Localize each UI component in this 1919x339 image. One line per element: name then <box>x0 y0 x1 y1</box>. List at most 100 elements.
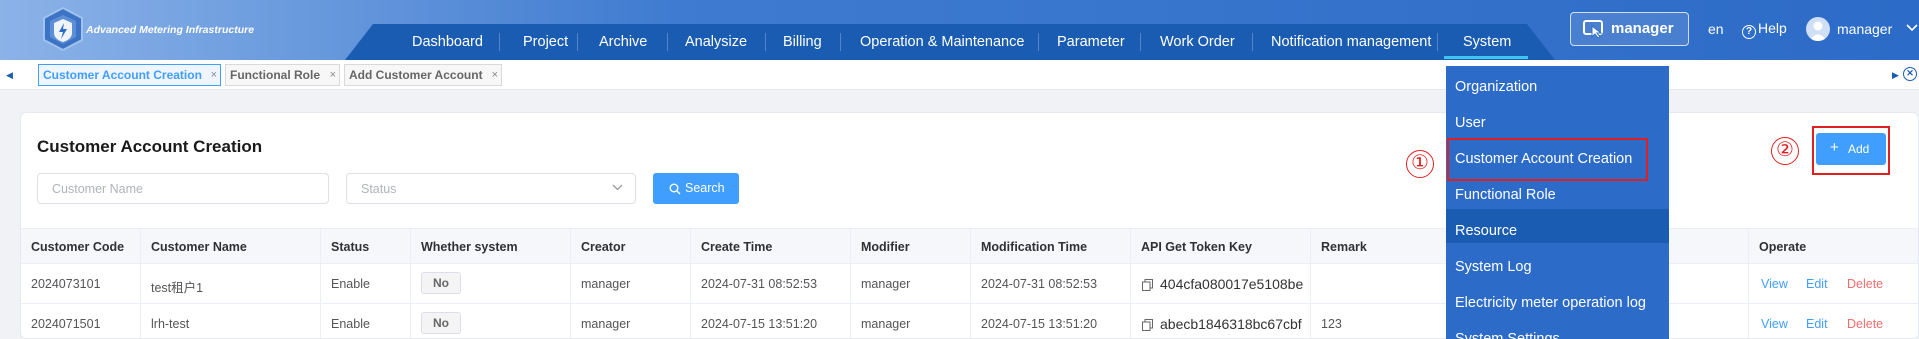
menu-item-system-log[interactable]: System Log <box>1455 259 1532 275</box>
nav-parameter[interactable]: Parameter <box>1057 24 1125 60</box>
customer-name-input[interactable]: Customer Name <box>37 173 329 204</box>
nav-dashboard[interactable]: Dashboard <box>412 24 483 60</box>
cell-remark: 123 <box>1321 317 1342 331</box>
language-switch[interactable]: en <box>1708 21 1724 37</box>
delete-link[interactable]: Delete <box>1847 277 1883 291</box>
edit-link[interactable]: Edit <box>1806 277 1828 291</box>
user-icon <box>1809 21 1827 41</box>
nav-separator <box>577 33 578 51</box>
nav-separator <box>840 33 841 51</box>
role-switch-button[interactable]: manager <box>1570 12 1689 46</box>
page-title: Customer Account Creation <box>37 137 263 156</box>
nav-separator <box>1437 33 1438 51</box>
col-divider <box>1310 228 1311 339</box>
nav-operation-maintenance[interactable]: Operation & Maintenance <box>860 24 1024 60</box>
nav-analysize[interactable]: Analysize <box>685 24 747 60</box>
nav-separator <box>1140 33 1141 51</box>
close-icon[interactable]: × <box>492 65 498 85</box>
view-link[interactable]: View <box>1761 277 1788 291</box>
cell-api-token-key: abecb1846318bc67cbf <box>1160 316 1302 332</box>
col-divider <box>1748 228 1749 339</box>
col-status: Status <box>331 240 370 254</box>
nav-work-order[interactable]: Work Order <box>1160 24 1235 60</box>
cell-modifier: manager <box>861 277 911 291</box>
close-all-tabs-icon[interactable]: ✕ <box>1903 67 1917 81</box>
col-divider <box>690 228 691 339</box>
nav-separator <box>499 33 500 51</box>
cell-customer-name: lrh-test <box>151 317 190 331</box>
cell-create-time: 2024-07-15 13:51:20 <box>701 317 818 331</box>
search-icon <box>669 183 681 195</box>
close-icon[interactable]: × <box>330 65 336 85</box>
cell-creator: manager <box>581 277 631 291</box>
tab-add-customer-account[interactable]: Add Customer Account × <box>344 64 502 86</box>
menu-item-meter-operation-log[interactable]: Electricity meter operation log <box>1455 295 1646 311</box>
menu-item-resource[interactable]: Resource <box>1455 223 1517 239</box>
help-link[interactable]: ? Help <box>1742 20 1787 39</box>
cursor-window-icon <box>1583 20 1603 38</box>
menu-item-system-settings[interactable]: System Settings <box>1455 331 1560 339</box>
cell-status: Enable <box>331 317 370 331</box>
col-operate: Operate <box>1759 240 1807 254</box>
col-divider <box>570 228 571 339</box>
search-button[interactable]: Search <box>653 173 739 204</box>
col-customer-code: Customer Code <box>31 240 125 254</box>
col-divider <box>140 228 141 339</box>
delete-link[interactable]: Delete <box>1847 317 1883 331</box>
cell-modifier: manager <box>861 317 911 331</box>
col-modifier: Modifier <box>861 240 910 254</box>
role-label: manager <box>1611 20 1674 37</box>
cell-customer-code: 2024073101 <box>31 277 101 291</box>
nav-separator <box>1252 33 1253 51</box>
col-divider <box>1130 228 1131 339</box>
avatar[interactable] <box>1806 17 1830 41</box>
cell-modification-time: 2024-07-15 13:51:20 <box>981 317 1098 331</box>
tab-functional-role[interactable]: Functional Role × <box>225 64 340 86</box>
close-icon[interactable]: × <box>211 65 217 85</box>
col-divider <box>850 228 851 339</box>
tab-scroll-left-icon[interactable]: ◀ <box>6 70 13 81</box>
search-label: Search <box>685 181 725 195</box>
nav-system[interactable]: System <box>1463 24 1511 60</box>
nav-notification-management[interactable]: Notification management <box>1271 24 1431 60</box>
col-api-token-key: API Get Token Key <box>1141 240 1252 254</box>
view-link[interactable]: View <box>1761 317 1788 331</box>
col-divider <box>320 228 321 339</box>
nav-project[interactable]: Project <box>523 24 568 60</box>
col-create-time: Create Time <box>701 240 773 254</box>
copy-icon[interactable] <box>1142 319 1153 331</box>
col-modification-time: Modification Time <box>981 240 1088 254</box>
nav-separator <box>1038 33 1039 51</box>
help-label: Help <box>1758 20 1787 36</box>
nav-active-indicator <box>1444 56 1528 59</box>
user-name[interactable]: manager <box>1837 21 1892 37</box>
nav-separator <box>765 33 766 51</box>
edit-link[interactable]: Edit <box>1806 317 1828 331</box>
nav-separator <box>667 33 668 51</box>
question-circle-icon: ? <box>1742 25 1756 39</box>
nav-archive[interactable]: Archive <box>599 24 647 60</box>
col-divider <box>970 228 971 339</box>
step-marker-1: ① <box>1406 150 1434 178</box>
chevron-down-icon[interactable] <box>1906 24 1918 32</box>
status-select[interactable]: Status <box>346 173 636 204</box>
col-divider <box>410 228 411 339</box>
chevron-down-icon <box>612 184 623 191</box>
cell-customer-name: test租户1 <box>151 281 204 295</box>
menu-item-organization[interactable]: Organization <box>1455 79 1537 95</box>
tab-customer-account-creation[interactable]: Customer Account Creation × <box>38 64 221 86</box>
menu-item-functional-role[interactable]: Functional Role <box>1455 187 1556 203</box>
cell-api-token-key: 404cfa080017e5108be <box>1160 276 1304 292</box>
cell-customer-code: 2024071501 <box>31 317 101 331</box>
nav-billing[interactable]: Billing <box>783 24 822 60</box>
copy-icon[interactable] <box>1142 279 1153 291</box>
cell-create-time: 2024-07-31 08:52:53 <box>701 277 818 291</box>
shield-logo-icon[interactable] <box>40 6 86 52</box>
menu-item-user[interactable]: User <box>1455 115 1486 131</box>
highlight-box-menu <box>1447 138 1648 181</box>
tab-scroll-right-icon[interactable]: ▶ <box>1892 70 1899 81</box>
cell-creator: manager <box>581 317 631 331</box>
step-marker-2: ② <box>1771 137 1799 165</box>
tab-label: Add Customer Account <box>349 68 483 82</box>
highlight-box-add <box>1812 126 1890 175</box>
